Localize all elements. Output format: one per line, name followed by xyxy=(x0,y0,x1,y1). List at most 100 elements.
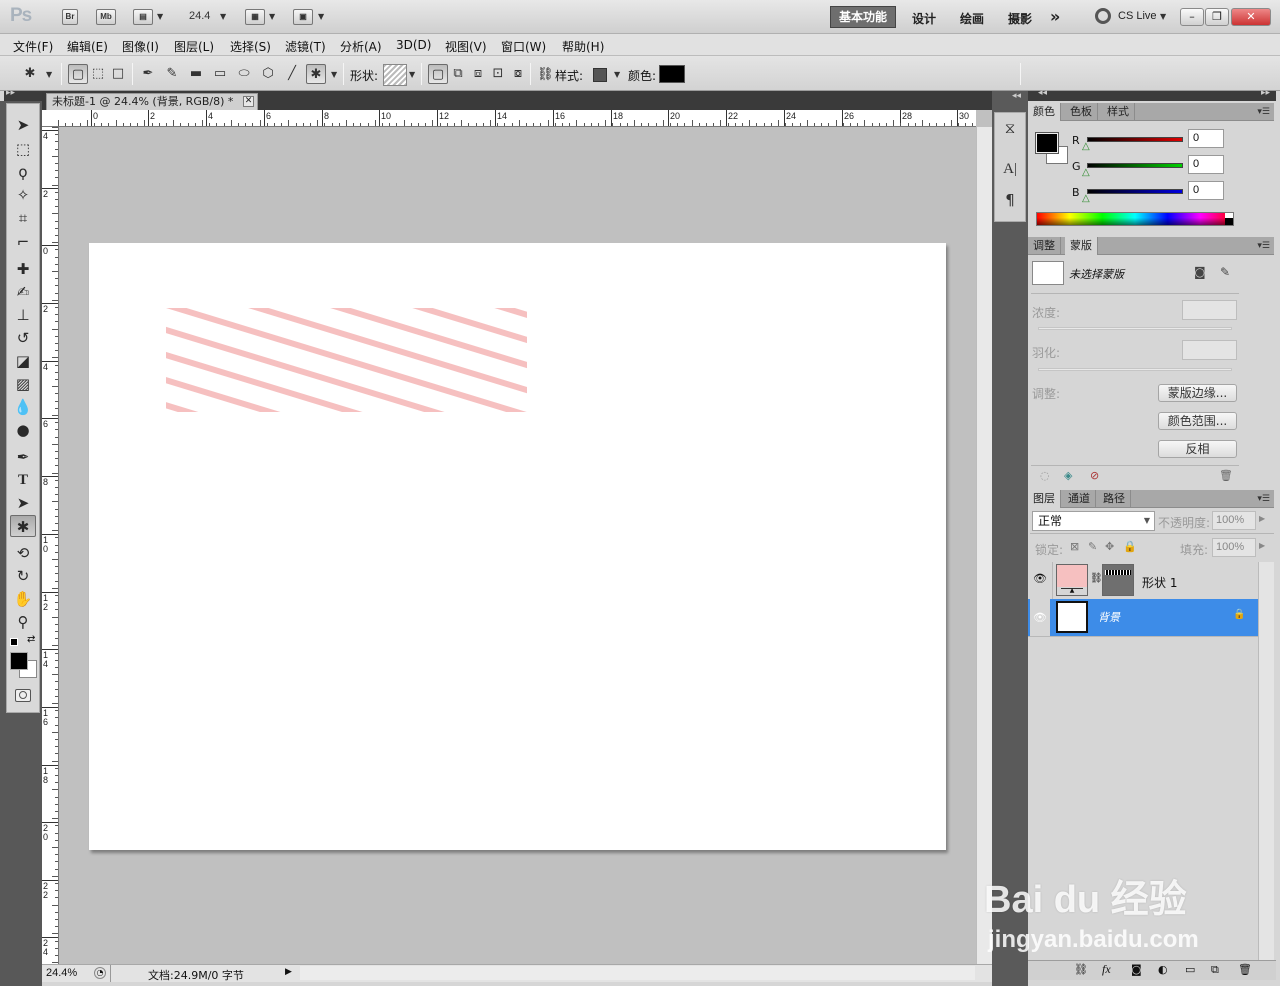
tab-styles[interactable]: 样式 xyxy=(1102,103,1135,121)
channel-g-slider[interactable] xyxy=(1087,163,1183,168)
new-layer-icon[interactable]: ⧉ xyxy=(1211,963,1219,977)
apply-mask-icon[interactable]: ◈ xyxy=(1064,469,1072,482)
panel-menu-icon[interactable]: ▾☰ xyxy=(1257,494,1270,504)
add-mask-icon[interactable]: ◙ xyxy=(1131,963,1142,976)
disable-mask-icon[interactable]: ⊘ xyxy=(1090,469,1099,482)
expand-icon[interactable]: ◂◂ xyxy=(1012,91,1021,101)
lock-position-icon[interactable]: ✥ xyxy=(1105,540,1114,553)
chevron-down-icon[interactable]: ▼ xyxy=(220,12,226,21)
custom-shape-tool-icon[interactable]: ✱ xyxy=(10,515,36,537)
lock-all-icon[interactable]: 🔒 xyxy=(1123,540,1137,553)
chevron-down-icon[interactable]: ▼ xyxy=(409,70,415,79)
character-panel-icon[interactable]: A| xyxy=(995,161,1025,178)
visibility-eye-icon[interactable]: 👁 xyxy=(1030,599,1050,636)
lock-image-icon[interactable]: ✎ xyxy=(1088,540,1097,553)
arrange-documents-button[interactable]: ▦ xyxy=(245,9,265,25)
tools-panel-header[interactable]: ▸▸ xyxy=(4,88,42,101)
color-spectrum-bar[interactable] xyxy=(1036,212,1234,226)
restore-button[interactable]: ❐ xyxy=(1205,8,1229,26)
panel-menu-icon[interactable]: ▾☰ xyxy=(1257,241,1270,251)
status-menu-arrow-icon[interactable]: ▶ xyxy=(285,967,292,977)
exclude-overlapping-button[interactable]: ⧇ xyxy=(508,64,528,84)
link-layers-icon[interactable]: ⛓ xyxy=(1074,963,1088,976)
pen-tool-button[interactable]: ✒ xyxy=(138,64,158,84)
path-selection-tool-icon[interactable]: ➤ xyxy=(10,492,36,514)
layer-fill-thumbnail[interactable]: ▲ xyxy=(1056,564,1088,596)
workspace-essentials[interactable]: 基本功能 xyxy=(830,6,896,28)
lock-transparent-icon[interactable]: ⊠ xyxy=(1070,540,1079,553)
vector-mask-thumbnail[interactable] xyxy=(1102,564,1134,596)
shape-picker[interactable] xyxy=(383,64,407,86)
density-input[interactable] xyxy=(1182,300,1237,320)
layer-name[interactable]: 背景 xyxy=(1098,609,1120,625)
link-icon[interactable]: ⛓ xyxy=(1090,573,1103,584)
pixel-mask-icon[interactable]: ◙ xyxy=(1194,265,1206,279)
menu-image[interactable]: 图像(I) xyxy=(122,38,159,55)
quick-mask-icon[interactable] xyxy=(15,689,31,702)
3d-rotate-tool-icon[interactable]: ⟲ xyxy=(10,542,36,564)
fill-arrow-icon[interactable]: ▶ xyxy=(1259,541,1265,550)
channel-b-input[interactable]: 0 xyxy=(1188,181,1224,200)
slider-thumb-icon[interactable]: △ xyxy=(1082,167,1090,178)
tab-paths[interactable]: 路径 xyxy=(1098,490,1131,508)
hand-tool-icon[interactable]: ✋ xyxy=(10,588,36,610)
tab-color[interactable]: 颜色 xyxy=(1028,103,1061,121)
history-brush-tool-icon[interactable]: ↺ xyxy=(10,327,36,349)
create-new-shape-layer-button[interactable]: ▢ xyxy=(428,64,448,84)
3d-orbit-tool-icon[interactable]: ↻ xyxy=(10,565,36,587)
delete-layer-icon[interactable]: 🗑 xyxy=(1238,963,1252,976)
intersect-shape-areas-button[interactable]: ⊡ xyxy=(488,64,508,84)
expand-icon[interactable]: ▸▸ xyxy=(1261,88,1270,98)
dodge-tool-icon[interactable]: ● xyxy=(10,419,36,441)
opacity-arrow-icon[interactable]: ▶ xyxy=(1259,514,1265,523)
tab-adjustments[interactable]: 调整 xyxy=(1028,237,1061,255)
tab-layers[interactable]: 图层 xyxy=(1028,490,1061,508)
line-tool-button[interactable]: ╱ xyxy=(282,64,302,84)
eyedropper-tool-icon[interactable]: ⌐ xyxy=(10,231,36,253)
channel-r-input[interactable]: 0 xyxy=(1188,129,1224,148)
foreground-color-swatch[interactable] xyxy=(10,652,28,670)
close-document-icon[interactable]: ✕ xyxy=(243,96,254,107)
adjustment-layer-icon[interactable]: ◐ xyxy=(1158,963,1168,976)
fill-pixels-mode-button[interactable]: □ xyxy=(108,64,128,84)
history-panel-icon[interactable]: ⧖ xyxy=(995,119,1025,137)
slider-thumb-icon[interactable]: △ xyxy=(1082,141,1090,152)
brush-tool-icon[interactable]: ✍ xyxy=(10,281,36,303)
layer-row-shape1[interactable]: 👁 ▲ ⛓ 形状 1 xyxy=(1028,562,1258,600)
close-button[interactable]: ✕ xyxy=(1231,8,1271,26)
menu-edit[interactable]: 编辑(E) xyxy=(67,38,108,55)
workspace-design[interactable]: 设计 xyxy=(912,10,936,27)
blur-tool-icon[interactable]: 💧 xyxy=(10,396,36,418)
new-group-icon[interactable]: ▭ xyxy=(1185,963,1195,976)
striped-shape[interactable] xyxy=(166,308,527,412)
link-icon[interactable]: ⛓ xyxy=(537,67,554,82)
fill-input[interactable]: 100% xyxy=(1212,538,1256,557)
panel-menu-icon[interactable]: ▾☰ xyxy=(1257,107,1270,117)
channel-g-input[interactable]: 0 xyxy=(1188,155,1224,174)
healing-brush-tool-icon[interactable]: ✚ xyxy=(10,258,36,280)
opacity-input[interactable]: 100% xyxy=(1212,511,1256,530)
cs-live-button[interactable]: CS Live xyxy=(1118,10,1157,22)
vertical-scrollbar[interactable] xyxy=(976,127,992,964)
minimize-button[interactable]: – xyxy=(1180,8,1204,26)
default-colors-icon[interactable] xyxy=(10,638,18,646)
menu-filter[interactable]: 滤镜(T) xyxy=(285,38,326,55)
menu-help[interactable]: 帮助(H) xyxy=(562,38,604,55)
delete-mask-icon[interactable]: 🗑 xyxy=(1219,469,1233,482)
workspace-photography[interactable]: 摄影 xyxy=(1008,10,1032,27)
workspace-painting[interactable]: 绘画 xyxy=(960,10,984,27)
channel-b-slider[interactable] xyxy=(1087,189,1183,194)
mask-edge-button[interactable]: 蒙版边缘... xyxy=(1158,384,1237,402)
gradient-tool-icon[interactable]: ▨ xyxy=(10,373,36,395)
layers-scrollbar[interactable] xyxy=(1258,562,1274,960)
chevron-down-icon[interactable]: ▼ xyxy=(269,12,275,21)
layer-row-background[interactable]: 👁 背景 🔒 xyxy=(1028,599,1258,637)
zoom-level[interactable]: 24.4 xyxy=(189,10,210,22)
horizontal-ruler[interactable]: 0 2 4 6 8 10 12 14 16 18 20 22 24 26 28 30 xyxy=(58,110,976,127)
zoom-tool-icon[interactable]: ⚲ xyxy=(10,611,36,633)
ruler-origin[interactable] xyxy=(42,110,59,127)
chevron-down-icon[interactable]: ▼ xyxy=(318,12,324,21)
swap-colors-icon[interactable]: ⇄ xyxy=(27,634,35,645)
menu-window[interactable]: 窗口(W) xyxy=(501,38,546,55)
move-tool-icon[interactable]: ➤ xyxy=(10,114,36,136)
